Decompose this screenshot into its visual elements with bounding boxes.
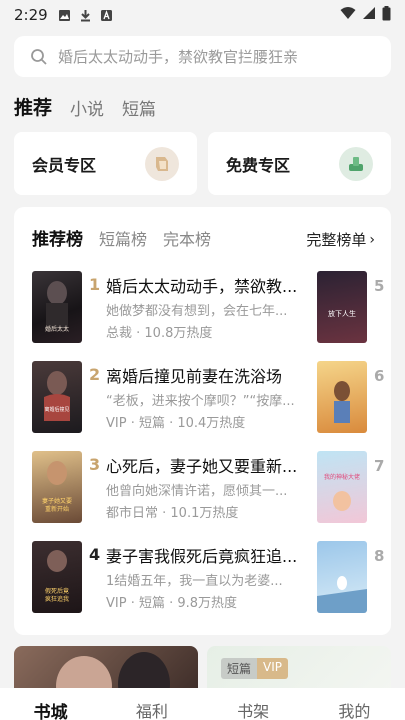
app-notification-icon xyxy=(100,8,114,22)
image-notification-icon xyxy=(58,8,72,22)
rank-number-2: 2 xyxy=(89,365,101,384)
member-zone-card[interactable]: 会员专区 xyxy=(14,132,197,195)
bottom-nav: 书城 福利 书架 我的 xyxy=(0,688,405,720)
side-rank-number-7: 7 xyxy=(374,457,385,475)
side-rank-number-8: 8 xyxy=(374,547,385,565)
signal-icon xyxy=(362,6,376,24)
wifi-icon xyxy=(340,6,356,24)
book-cover-2: 离婚后撞见 xyxy=(32,361,82,433)
book-cover-4: 假死后竟 疯狂追我 xyxy=(32,541,82,613)
svg-text:离婚后撞见: 离婚后撞见 xyxy=(44,406,69,413)
battery-icon xyxy=(382,5,391,25)
side-book-cover-8[interactable] xyxy=(317,541,367,613)
nav-welfare[interactable]: 福利 xyxy=(112,698,192,720)
ranking-tabs: 推荐榜 短篇榜 完本榜 xyxy=(32,225,211,250)
banner-tags: 短篇 VIP xyxy=(221,658,288,679)
category-tabs: 推荐 小说 短篇 xyxy=(14,92,156,120)
rank-number-4: 4 xyxy=(89,545,101,564)
book-meta-1: 总裁 · 10.8万热度 xyxy=(106,326,213,341)
nav-mine[interactable]: 我的 xyxy=(314,698,394,720)
svg-text:妻子她又要: 妻子她又要 xyxy=(42,497,72,505)
tab-recommend[interactable]: 推荐 xyxy=(14,93,52,120)
rank-number-3: 3 xyxy=(89,455,101,474)
book-desc-2: “老板，进来按个摩呗？”“按摩... xyxy=(106,394,295,409)
book-row-4[interactable]: 假死后竟 疯狂追我 4 妻子害我假死后竟疯狂追... 1结婚五年，我一直以为老婆.… xyxy=(32,541,322,613)
side-rank-number-6: 6 xyxy=(374,367,385,385)
svg-text:婚后太太: 婚后太太 xyxy=(45,325,69,333)
book-meta-4: VIP · 短篇 · 9.8万热度 xyxy=(106,596,238,611)
tab-complete-rank[interactable]: 完本榜 xyxy=(163,226,211,250)
tab-novel[interactable]: 小说 xyxy=(70,95,104,120)
book-cover-1: 婚后太太 xyxy=(32,271,82,343)
status-right xyxy=(340,5,391,25)
book-row-2[interactable]: 离婚后撞见 2 离婚后撞见前妻在洗浴场 “老板，进来按个摩呗？”“按摩... V… xyxy=(32,361,322,433)
tab-short[interactable]: 短篇 xyxy=(122,95,156,120)
status-bar: 2:29 xyxy=(0,0,405,30)
member-zone-label: 会员专区 xyxy=(32,155,97,175)
rank-number-1: 1 xyxy=(89,275,101,294)
book-title-1: 婚后太太动动手，禁欲教... xyxy=(106,277,298,296)
search-placeholder: 婚后太太动动手，禁欲教官拦腰狂亲 xyxy=(58,48,299,66)
svg-text:我的神秘大佬: 我的神秘大佬 xyxy=(324,473,360,481)
book-title-4: 妻子害我假死后竟疯狂追... xyxy=(106,547,298,566)
book-meta-2: VIP · 短篇 · 10.4万热度 xyxy=(106,416,246,431)
nav-bookstore[interactable]: 书城 xyxy=(11,698,91,720)
free-zone-card[interactable]: 免费专区 xyxy=(208,132,391,195)
svg-text:疯狂追我: 疯狂追我 xyxy=(45,595,69,603)
full-ranking-link[interactable]: 完整榜单 › xyxy=(306,229,375,250)
free-zone-label: 免费专区 xyxy=(226,155,291,175)
search-icon xyxy=(30,48,48,66)
nav-bookshelf[interactable]: 书架 xyxy=(213,698,293,720)
download-notification-icon xyxy=(79,8,93,22)
svg-text:重新开始: 重新开始 xyxy=(45,505,69,513)
status-time: 2:29 xyxy=(14,6,48,24)
side-book-cover-5[interactable]: 放下人生 xyxy=(317,271,367,343)
side-book-cover-7[interactable]: 我的神秘大佬 xyxy=(317,451,367,523)
svg-text:放下人生: 放下人生 xyxy=(328,309,356,318)
crown-icon xyxy=(145,147,179,181)
vip-tag: VIP xyxy=(257,658,288,679)
book-meta-3: 都市日常 · 10.1万热度 xyxy=(106,506,239,521)
book-row-1[interactable]: 婚后太太 1 婚后太太动动手，禁欲教... 她做梦都没有想到，会在七年... 总… xyxy=(32,271,322,343)
tab-short-rank[interactable]: 短篇榜 xyxy=(99,226,147,250)
book-title-3: 心死后，妻子她又要重新... xyxy=(106,457,298,476)
ranking-card: 推荐榜 短篇榜 完本榜 完整榜单 › 婚后太太 1 婚后太太动动手，禁欲教...… xyxy=(14,207,391,635)
book-title-2: 离婚后撞见前妻在洗浴场 xyxy=(106,367,283,386)
book-desc-3: 他曾向她深情许诺，愿倾其一... xyxy=(106,484,288,499)
tab-recommend-rank[interactable]: 推荐榜 xyxy=(32,225,83,250)
short-tag: 短篇 xyxy=(221,658,258,679)
full-ranking-label: 完整榜单 xyxy=(306,231,367,249)
free-badge-icon xyxy=(339,147,373,181)
book-cover-3: 妻子她又要 重新开始 xyxy=(32,451,82,523)
book-desc-1: 她做梦都没有想到，会在七年... xyxy=(106,304,288,319)
side-book-cover-6[interactable] xyxy=(317,361,367,433)
svg-text:假死后竟: 假死后竟 xyxy=(45,587,69,595)
search-bar[interactable]: 婚后太太动动手，禁欲教官拦腰狂亲 xyxy=(14,36,391,77)
chevron-right-icon: › xyxy=(369,231,375,248)
book-desc-4: 1结婚五年，我一直以为老婆... xyxy=(106,574,283,589)
side-rank-number-5: 5 xyxy=(374,277,385,295)
book-row-3[interactable]: 妻子她又要 重新开始 3 心死后，妻子她又要重新... 他曾向她深情许诺，愿倾其一… xyxy=(32,451,322,523)
